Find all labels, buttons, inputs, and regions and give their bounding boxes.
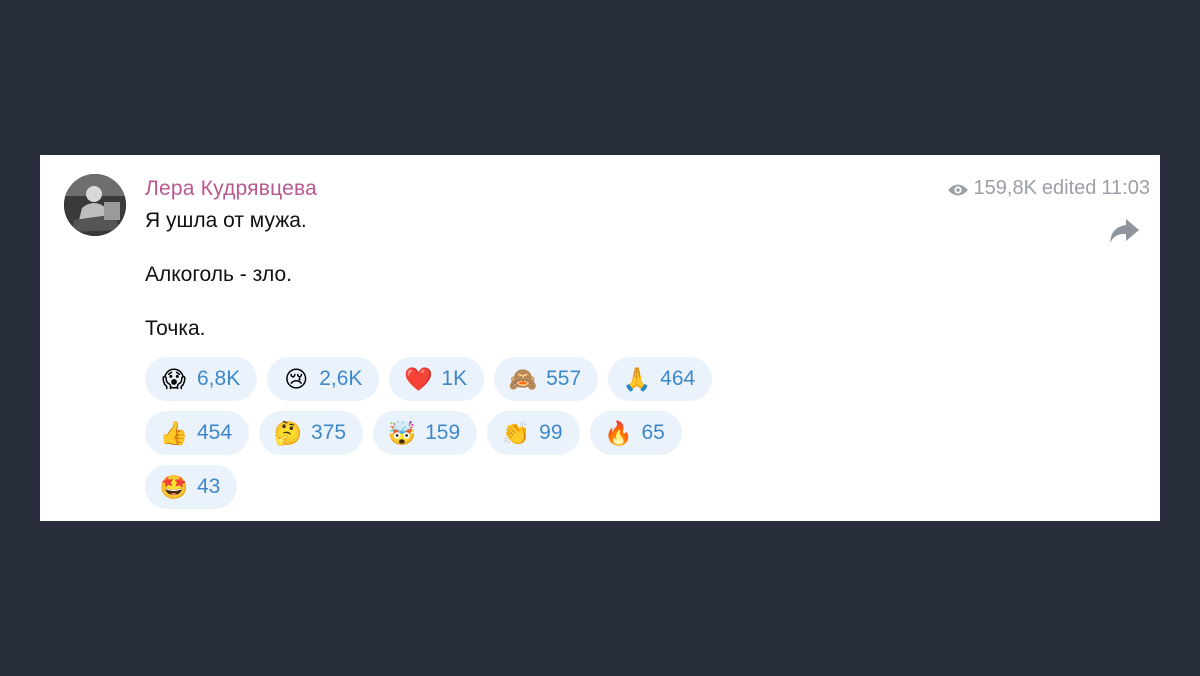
reaction-count: 43 bbox=[197, 475, 221, 498]
message-line: Алкоголь - зло. bbox=[145, 263, 293, 286]
eye-icon bbox=[947, 181, 969, 197]
reaction-count: 65 bbox=[641, 421, 665, 444]
reaction-exploding-head[interactable]: 🤯 159 bbox=[373, 411, 478, 455]
views-count: 159,8K bbox=[973, 177, 1037, 199]
reaction-thumbs-up[interactable]: 👍 454 bbox=[145, 411, 250, 455]
reaction-count: 464 bbox=[660, 367, 696, 390]
exploding-head-icon: 🤯 bbox=[387, 419, 417, 446]
reaction-folded-hands[interactable]: 🙏 464 bbox=[608, 357, 713, 401]
message-text: Я ушла от мужа. Алкоголь - зло. Точка. bbox=[145, 209, 307, 371]
share-arrow-icon[interactable] bbox=[1108, 217, 1140, 245]
folded-hands-icon: 🙏 bbox=[622, 365, 652, 392]
author-name[interactable]: Лера Кудрявцева bbox=[145, 177, 317, 201]
reaction-red-heart[interactable]: ❤️ 1K bbox=[389, 357, 485, 401]
reaction-count: 99 bbox=[539, 421, 563, 444]
reaction-clapping-hands[interactable]: 👏 99 bbox=[487, 411, 580, 455]
reaction-count: 375 bbox=[311, 421, 347, 444]
reaction-face-screaming[interactable]: 😱 6,8K bbox=[145, 357, 258, 401]
reaction-count: 1K bbox=[441, 367, 468, 390]
post-time: 11:03 bbox=[1101, 177, 1150, 199]
reaction-star-struck[interactable]: 🤩 43 bbox=[145, 465, 238, 509]
reaction-count: 6,8K bbox=[197, 367, 241, 390]
red-heart-icon: ❤️ bbox=[404, 365, 433, 392]
fire-icon: 🔥 bbox=[604, 419, 633, 446]
message-line: Я ушла от мужа. bbox=[145, 209, 307, 232]
star-struck-icon: 🤩 bbox=[159, 473, 189, 500]
message-card: Лера Кудрявцева 159,8K edited 11:03 Я уш… bbox=[40, 155, 1160, 521]
reaction-thinking-face[interactable]: 🤔 375 bbox=[259, 411, 364, 455]
crying-face-icon: 😢 bbox=[284, 365, 309, 392]
reaction-fire[interactable]: 🔥 65 bbox=[589, 411, 682, 455]
thumbs-up-icon: 👍 bbox=[159, 419, 189, 446]
reaction-see-no-evil-monkey[interactable]: 🙈 557 bbox=[494, 357, 599, 401]
edited-label: edited bbox=[1041, 177, 1097, 199]
face-screaming-icon: 😱 bbox=[162, 365, 186, 392]
thinking-face-icon: 🤔 bbox=[273, 419, 303, 446]
see-no-evil-monkey-icon: 🙈 bbox=[508, 365, 538, 392]
clapping-hands-icon: 👏 bbox=[501, 419, 531, 446]
reaction-crying-face[interactable]: 😢 2,6K bbox=[267, 357, 380, 401]
avatar[interactable] bbox=[64, 174, 126, 236]
reaction-count: 454 bbox=[197, 421, 233, 444]
post-meta: 159,8K edited 11:03 bbox=[947, 177, 1150, 200]
reaction-count: 557 bbox=[546, 367, 582, 390]
reactions-list: 😱 6,8K 😢 2,6K ❤️ 1K 🙈 557 🙏 464 👍 454 🤔 … bbox=[145, 357, 845, 519]
reaction-count: 2,6K bbox=[319, 367, 363, 390]
reaction-count: 159 bbox=[425, 421, 461, 444]
